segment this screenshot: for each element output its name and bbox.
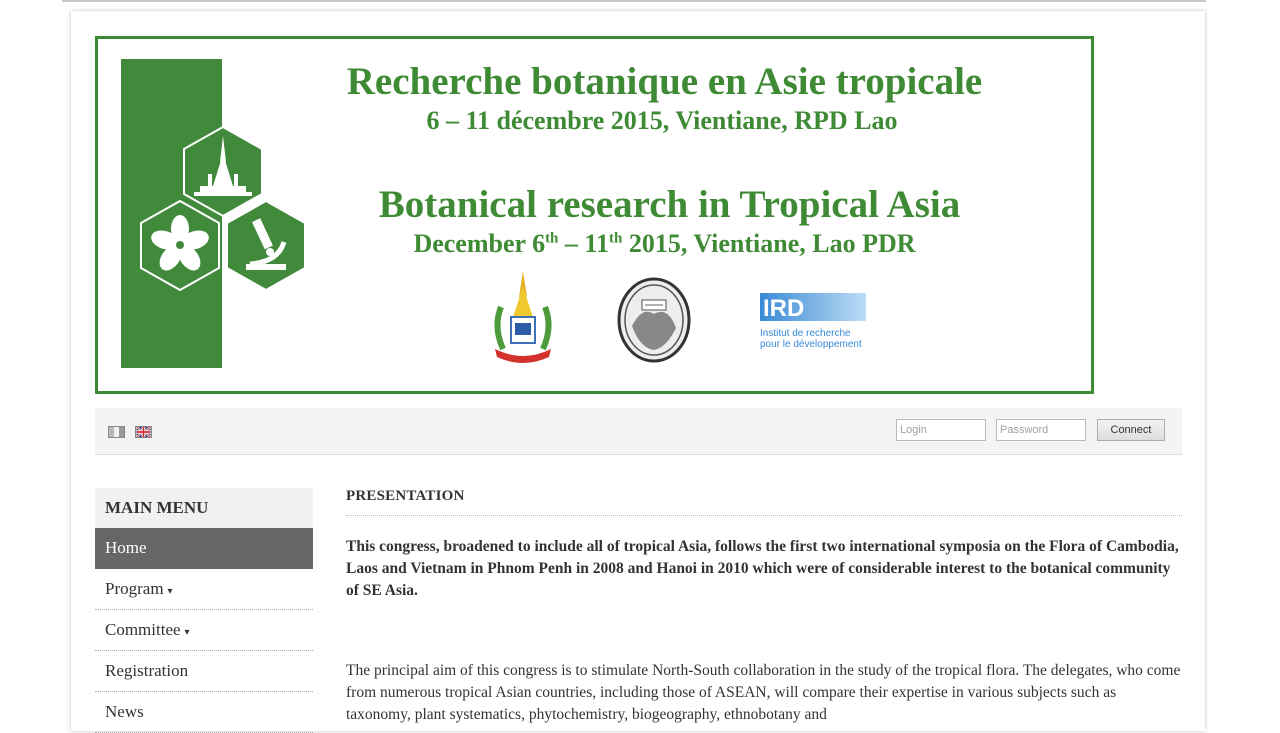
menu-item-label: Program <box>105 579 164 598</box>
chevron-down-icon: ▾ <box>184 627 190 638</box>
menu-item-registration[interactable]: Registration <box>95 651 313 692</box>
banner-title-en: Botanical research in Tropical Asia <box>378 183 961 226</box>
french-flag-icon[interactable] <box>108 426 125 438</box>
main-menu: MAIN MENU Home Program ▾ Committee ▾ Regis… <box>95 488 313 733</box>
menu-item-home[interactable]: Home <box>95 528 313 569</box>
header-banner: Recherche botanique en Asie tropicale 6 … <box>95 36 1094 394</box>
menu-item-news[interactable]: News <box>95 692 313 733</box>
banner-title-fr: Recherche botanique en Asie tropicale <box>346 60 983 103</box>
menu-item-label: Committee <box>105 620 181 639</box>
mnhn-seal-emblem <box>617 277 691 363</box>
menu-item-label: Home <box>105 538 147 557</box>
ird-caption-line1: Institut de recherche <box>760 328 851 339</box>
ird-caption: Institut de recherche pour le développem… <box>760 328 862 350</box>
login-input[interactable] <box>896 419 986 441</box>
top-toolbar: Connect <box>95 408 1182 455</box>
connect-button[interactable]: Connect <box>1097 419 1165 441</box>
menu-item-label: News <box>105 702 144 721</box>
menu-item-label: Registration <box>105 661 189 680</box>
banner-dates-fr: 6 – 11 décembre 2015, Vientiane, RPD Lao <box>426 106 898 135</box>
lao-university-emblem <box>494 271 552 363</box>
menu-item-committee[interactable]: Committee ▾ <box>95 610 313 651</box>
svg-text:IRD: IRD <box>763 295 804 322</box>
banner-dates-en: December 6th – 11th 2015, Vientiane, Lao… <box>413 229 916 258</box>
body-paragraph: The principal aim of this congress is to… <box>346 662 1181 723</box>
menu-item-program[interactable]: Program ▾ <box>95 569 313 610</box>
intro-paragraph: This congress, broadened to include all … <box>346 538 1179 599</box>
page-title: PRESENTATION <box>346 488 1182 516</box>
chevron-down-icon: ▾ <box>167 586 173 597</box>
main-content: PRESENTATION This congress, broadened to… <box>346 488 1182 726</box>
password-input[interactable] <box>996 419 1086 441</box>
ird-caption-line2: pour le développement <box>760 339 862 350</box>
english-flag-icon[interactable] <box>135 426 152 438</box>
ird-logo: IRD <box>760 293 866 322</box>
top-border <box>62 0 1206 2</box>
main-menu-title: MAIN MENU <box>95 488 313 528</box>
